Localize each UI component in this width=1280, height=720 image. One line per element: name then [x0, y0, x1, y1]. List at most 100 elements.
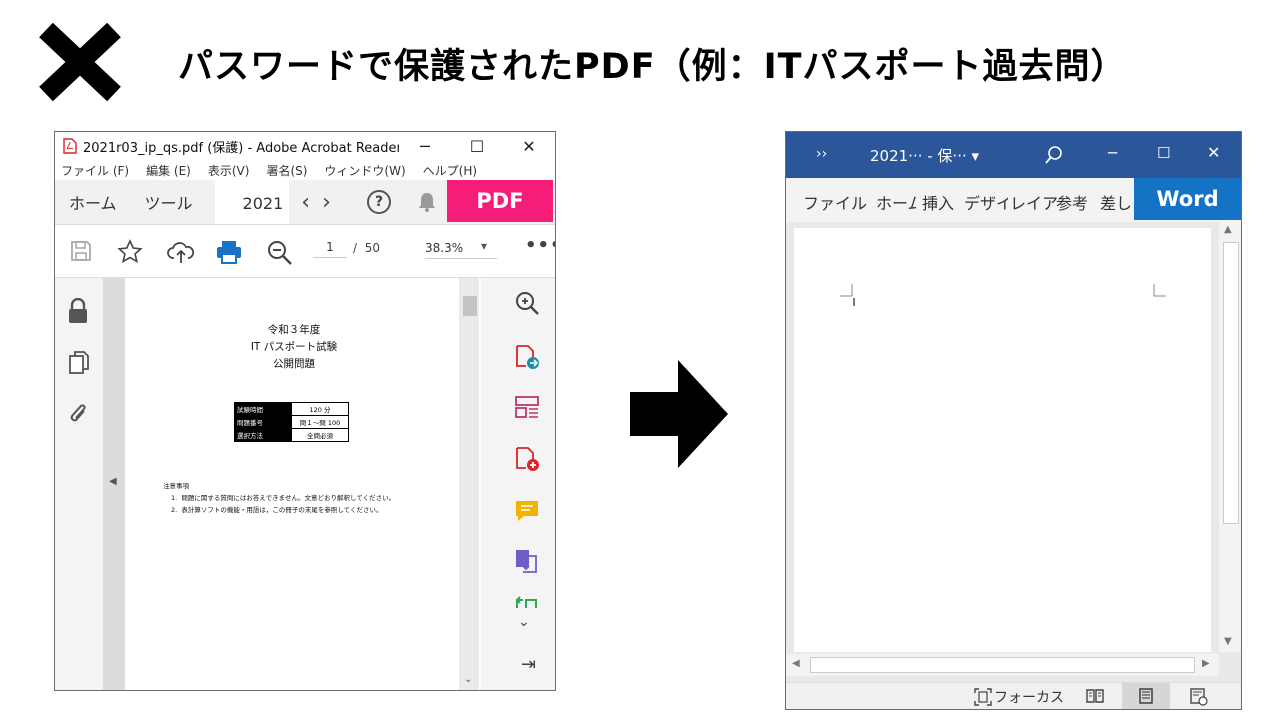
expand-tools-icon[interactable]: ⌄: [518, 614, 530, 630]
menu-bar: ファイル (F) 編集 (E) 表示(V) 署名(S) ウィンドウ(W) ヘルプ…: [55, 160, 555, 180]
acrobat-toolbar: 1 / 50 38.3% ▾ •••: [55, 225, 555, 278]
right-tools-pane: ⌄ ⇥: [481, 278, 555, 690]
menu-file[interactable]: ファイル (F): [61, 162, 129, 179]
read-mode-icon[interactable]: [1086, 688, 1104, 704]
notes-section: 注意事項 1. 問題に関する質問にはお答えできません。文意どおり解釈してください…: [163, 480, 395, 516]
save-icon[interactable]: [69, 239, 93, 263]
margin-corner-mark: [840, 284, 855, 306]
tab-insert[interactable]: 挿入: [922, 190, 954, 214]
collapse-left-icon[interactable]: ◀: [109, 476, 117, 487]
note-number: 1.: [171, 494, 178, 502]
ribbon-chevron-icon[interactable]: ››: [816, 146, 827, 162]
minimize-button[interactable]: ─: [399, 137, 451, 156]
zoom-tool-icon[interactable]: [514, 290, 540, 316]
page-line-1: 令和３年度: [267, 324, 321, 336]
focus-label[interactable]: フォーカス: [994, 687, 1064, 707]
lock-icon[interactable]: [67, 298, 89, 324]
menu-edit[interactable]: 編集 (E): [146, 162, 191, 179]
scrollbar-thumb[interactable]: [1223, 242, 1239, 524]
zoom-out-icon[interactable]: [266, 239, 294, 267]
menu-view[interactable]: 表示(V): [208, 162, 250, 179]
bell-icon[interactable]: [417, 191, 437, 213]
create-pdf-icon[interactable]: [514, 446, 540, 472]
acrobat-window: 2021r03_ip_qs.pdf (保護) - Adobe Acrobat R…: [54, 131, 556, 691]
cloud-upload-icon[interactable]: [167, 239, 195, 265]
page-line-2: IT パスポート試験: [250, 341, 338, 353]
print-icon[interactable]: [215, 239, 243, 265]
tab-bar: ホーム ツール 2021 ‹ › ? PDF: [55, 180, 555, 225]
pdf-file-icon: [63, 138, 77, 154]
zoom-dropdown-icon[interactable]: ▾: [481, 239, 487, 253]
tab-tools[interactable]: ツール: [145, 190, 193, 214]
scroll-up-icon[interactable]: ▲: [1224, 224, 1232, 235]
more-tools-green-icon[interactable]: [514, 596, 540, 610]
copy-pages-icon[interactable]: [68, 350, 90, 376]
menu-help[interactable]: ヘルプ(H): [423, 162, 477, 179]
left-navigation-pane: [55, 278, 103, 690]
table-row: 試験時間 120 分: [234, 402, 349, 416]
exam-info-table: 試験時間 120 分 問題番号 問１～問 100 選択方法 全問必須: [234, 402, 349, 442]
table-key: 選択方法: [234, 428, 292, 442]
tab-home[interactable]: ホーム: [69, 190, 117, 214]
window-title: 2021r03_ip_qs.pdf (保護) - Adobe Acrobat R…: [83, 140, 399, 156]
scroll-left-icon[interactable]: ◀: [792, 658, 800, 669]
export-pdf-icon[interactable]: [514, 344, 540, 370]
word-page[interactable]: [794, 228, 1211, 652]
tab-home[interactable]: ホーム: [876, 190, 916, 214]
pdf-page: 令和３年度 IT パスポート試験 公開問題 試験時間 120 分 問題番号 問１～問…: [125, 278, 463, 690]
scroll-down-icon[interactable]: ⌄: [464, 674, 472, 685]
scrollbar-thumb[interactable]: [810, 657, 1195, 673]
print-layout-button[interactable]: [1122, 683, 1170, 709]
focus-mode-icon[interactable]: [974, 688, 992, 706]
page-line-3: 公開問題: [273, 358, 315, 370]
word-document-title[interactable]: 2021··· - 保··· ▾: [870, 145, 979, 166]
note-item: 1. 問題に関する質問にはお答えできません。文意どおり解釈してください。: [163, 492, 395, 504]
scroll-right-icon[interactable]: ▶: [1202, 658, 1210, 669]
horizontal-scrollbar[interactable]: ◀ ▶: [786, 654, 1219, 676]
attachment-icon[interactable]: [67, 402, 91, 428]
send-pdf-icon[interactable]: [514, 548, 540, 574]
tab-layout[interactable]: レイア: [1010, 190, 1058, 214]
close-button[interactable]: ✕: [1207, 143, 1220, 162]
word-status-bar: フォーカス: [786, 682, 1241, 709]
maximize-button[interactable]: ☐: [1157, 144, 1170, 162]
print-layout-icon: [1139, 688, 1153, 704]
page-separator: /: [353, 241, 358, 255]
web-layout-icon[interactable]: [1190, 688, 1208, 706]
tab-prev-icon[interactable]: ‹: [301, 190, 310, 215]
star-icon[interactable]: [117, 239, 143, 265]
table-row: 選択方法 全問必須: [234, 428, 349, 442]
comment-icon[interactable]: [514, 498, 540, 524]
collapse-pane-icon[interactable]: ⇥: [521, 654, 536, 675]
page-total: 50: [364, 241, 380, 255]
vertical-scrollbar[interactable]: ▲ ▼: [1219, 222, 1241, 652]
tab-design[interactable]: デザイ: [964, 190, 1008, 214]
menu-window[interactable]: ウィンドウ(W): [324, 162, 405, 179]
tab-document[interactable]: 2021: [214, 180, 290, 224]
note-item: 2. 表計算ソフトの機能・用語は，この冊子の末尾を参照してください。: [163, 504, 395, 516]
close-button[interactable]: ✕: [503, 137, 555, 156]
notes-title: 注意事項: [163, 482, 189, 490]
right-arrow-icon: [630, 360, 728, 468]
more-tools-icon[interactable]: •••: [525, 235, 555, 256]
tab-next-icon[interactable]: ›: [322, 190, 331, 215]
minimize-button[interactable]: ─: [1108, 144, 1117, 162]
vertical-scrollbar[interactable]: ⌄: [459, 278, 479, 690]
maximize-button[interactable]: ☐: [451, 137, 503, 156]
scroll-down-icon[interactable]: ▼: [1224, 636, 1232, 647]
tab-mailings[interactable]: 差し: [1100, 190, 1132, 214]
word-titlebar: ›› 2021··· - 保··· ▾ ─ ☐ ✕: [786, 132, 1241, 178]
table-value: 全問必須: [291, 428, 349, 442]
page-count: / 50: [353, 241, 380, 255]
tab-references[interactable]: 参考: [1056, 190, 1096, 214]
page-number-input[interactable]: 1: [313, 240, 347, 258]
tab-file[interactable]: ファイル: [803, 190, 867, 214]
help-icon[interactable]: ?: [367, 190, 391, 214]
organize-pages-icon[interactable]: [514, 394, 540, 420]
note-text: 表計算ソフトの機能・用語は，この冊子の末尾を参照してください。: [181, 506, 383, 514]
scrollbar-thumb[interactable]: [463, 296, 477, 316]
table-key: 問題番号: [234, 415, 292, 429]
menu-sign[interactable]: 署名(S): [266, 162, 307, 179]
acrobat-titlebar: 2021r03_ip_qs.pdf (保護) - Adobe Acrobat R…: [55, 132, 555, 160]
search-icon[interactable]: [1044, 145, 1064, 165]
